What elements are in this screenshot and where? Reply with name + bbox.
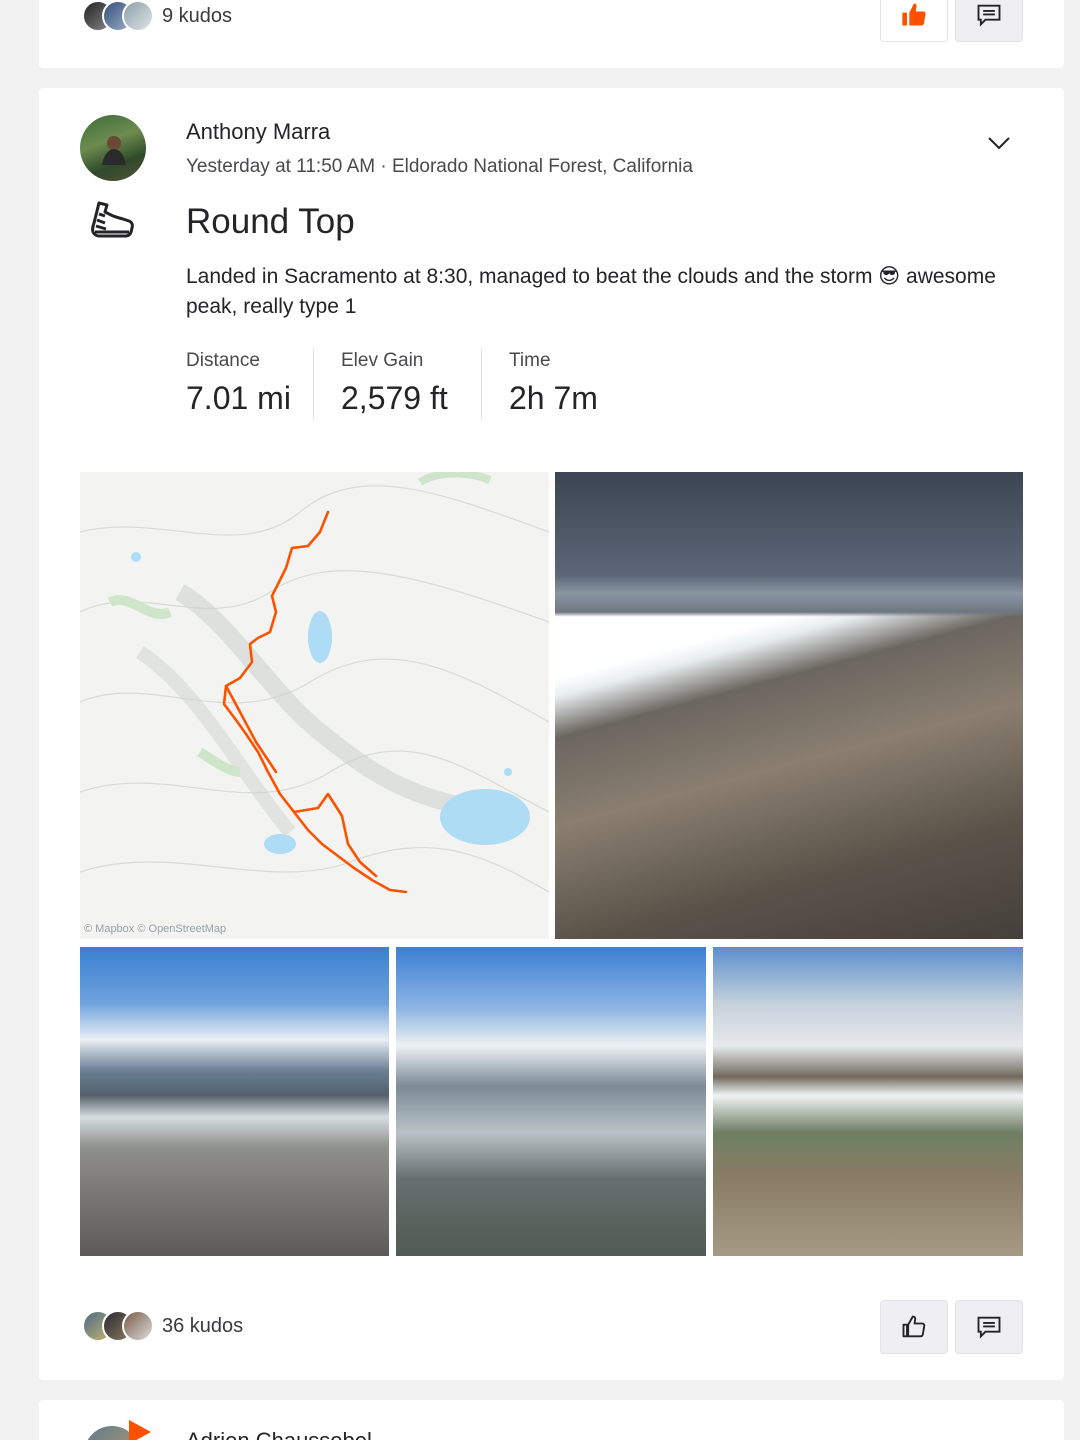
stat-time: Time 2h 7m — [509, 350, 598, 417]
thumbs-up-icon — [902, 1315, 926, 1338]
map-canvas — [80, 472, 549, 939]
chevron-down-icon — [988, 137, 1010, 150]
kudos-button[interactable] — [880, 1300, 948, 1354]
stat-label: Distance — [186, 350, 260, 371]
comment-icon — [977, 4, 1001, 27]
author-name[interactable]: Anthony Marra — [186, 119, 330, 145]
activity-photo[interactable] — [555, 472, 1023, 939]
kudos-button-active[interactable] — [880, 0, 948, 42]
kudos-count[interactable]: 9 kudos — [162, 5, 232, 28]
avatar — [122, 0, 154, 32]
activity-photo[interactable] — [713, 947, 1023, 1256]
thumbs-up-filled-icon — [902, 3, 926, 26]
comment-button[interactable] — [955, 1300, 1023, 1354]
author-avatar[interactable] — [80, 115, 146, 181]
stat-value: 7.01 mi — [186, 380, 291, 416]
stat-label: Time — [509, 350, 551, 371]
avatar — [122, 1310, 154, 1342]
previous-activity-card: 9 kudos — [39, 0, 1064, 68]
map-attribution: © Mapbox © OpenStreetMap — [84, 923, 227, 935]
activity-card: Anthony Marra Yesterday at 11:50 AM · El… — [39, 88, 1064, 1380]
kudos-avatars[interactable]: 9 kudos — [82, 0, 232, 32]
stat-elev-gain: Elev Gain 2,579 ft — [341, 350, 448, 417]
hiking-shoe-icon — [91, 201, 134, 238]
comment-icon — [977, 1316, 1001, 1339]
stat-distance: Distance 7.01 mi — [186, 350, 291, 417]
stat-value: 2h 7m — [509, 380, 598, 416]
avatar-photo — [102, 136, 126, 165]
comment-button[interactable] — [955, 0, 1023, 42]
route-map[interactable]: © Mapbox © OpenStreetMap — [80, 472, 549, 939]
options-chevron[interactable] — [984, 128, 1014, 163]
kudos-avatars[interactable]: 36 kudos — [82, 1310, 243, 1342]
activity-photo[interactable] — [396, 947, 706, 1256]
next-activity-card: Adrien Chaussebel — [39, 1400, 1064, 1440]
subscriber-badge-icon — [129, 1420, 151, 1440]
kudos-count[interactable]: 36 kudos — [162, 1315, 243, 1338]
activity-title[interactable]: Round Top — [186, 202, 355, 242]
stat-value: 2,579 ft — [341, 380, 448, 416]
stat-divider — [481, 349, 482, 419]
activity-description: Landed in Sacramento at 8:30, managed to… — [186, 265, 996, 318]
activity-type-icon — [89, 200, 135, 247]
stat-divider — [313, 349, 314, 419]
author-name[interactable]: Adrien Chaussebel — [186, 1428, 372, 1440]
stat-label: Elev Gain — [341, 350, 424, 371]
activity-meta: Yesterday at 11:50 AM · Eldorado Nationa… — [186, 156, 693, 177]
activity-photo[interactable] — [80, 947, 389, 1256]
